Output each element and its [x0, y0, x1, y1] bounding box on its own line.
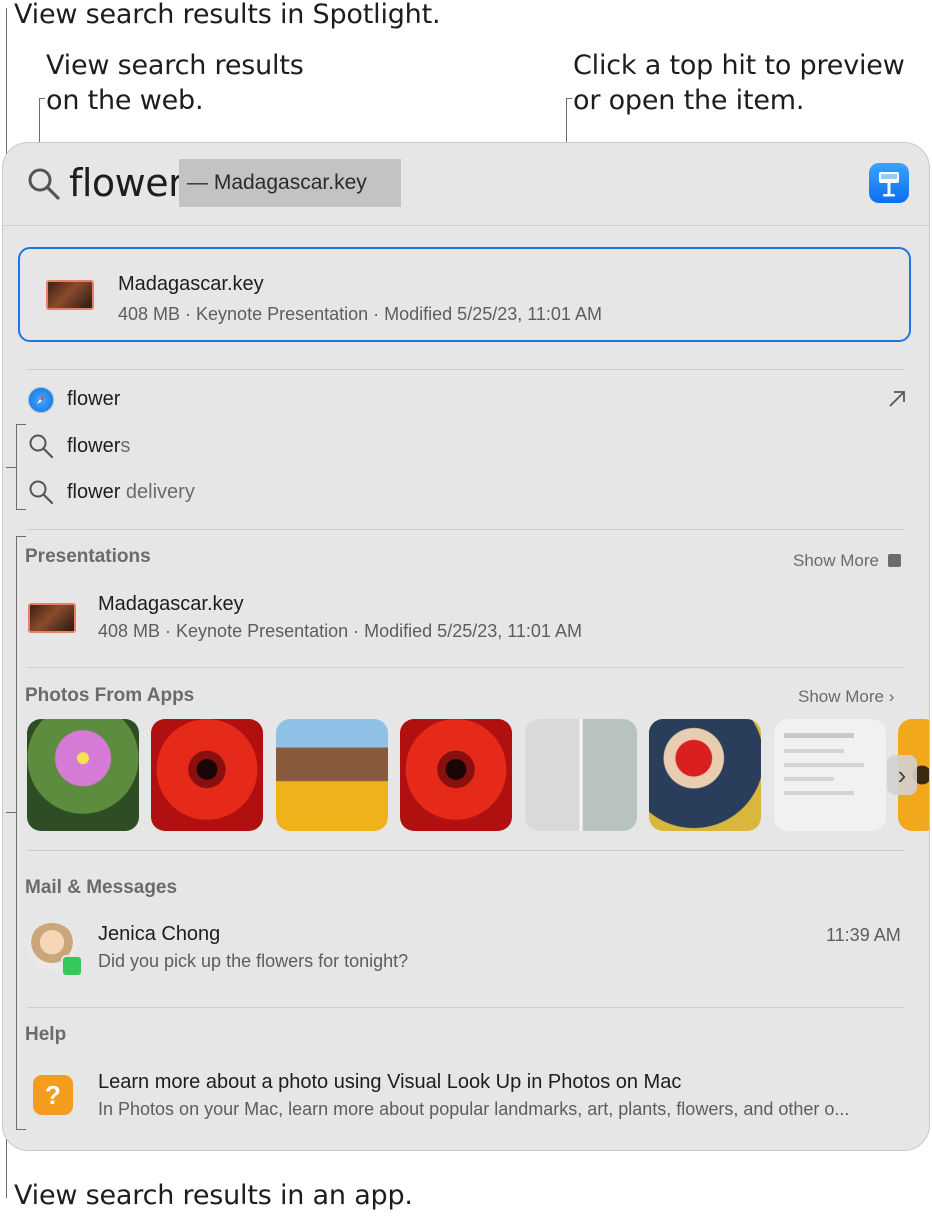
presentation-thumbnail [46, 280, 94, 310]
suggestion-text: flower delivery [67, 481, 195, 503]
message-preview: Did you pick up the flowers for tonight? [98, 951, 409, 971]
divider [27, 369, 905, 370]
section-header-presentations: Presentations [25, 546, 151, 567]
bracket-app [16, 536, 17, 1130]
photo-thumbnail[interactable] [400, 719, 512, 831]
search-icon [29, 434, 54, 459]
show-more-presentations[interactable]: Show More [793, 551, 901, 571]
divider [27, 850, 905, 851]
bracket-spotlight-link [6, 467, 16, 468]
help-result[interactable]: Learn more about a photo using Visual Lo… [3, 1061, 929, 1131]
divider [27, 1007, 905, 1008]
photo-thumbnail[interactable] [649, 719, 761, 831]
callout-spotlight: View search results in Spotlight. [14, 0, 441, 30]
top-hit-title: Madagascar.key [118, 273, 264, 295]
search-query[interactable]: flower [69, 161, 184, 205]
section-header-help: Help [25, 1024, 67, 1045]
search-icon [28, 168, 60, 200]
bracket-app-bottom [16, 1129, 26, 1130]
photo-thumbnail[interactable] [276, 719, 388, 831]
presentation-thumbnail [28, 603, 76, 633]
message-result[interactable]: Jenica Chong Did you pick up the flowers… [3, 913, 929, 983]
leader-line-web-tick [39, 98, 45, 99]
help-icon: ? [33, 1075, 73, 1115]
bracket-spotlight [16, 424, 17, 510]
photo-thumbnail[interactable] [151, 719, 263, 831]
top-hit[interactable]: Madagascar.key 408 MB · Keynote Presenta… [18, 247, 911, 342]
bracket-spotlight-top [16, 424, 26, 425]
callout-top-hit: Click a top hit to preview or open the i… [573, 50, 905, 116]
messages-icon [61, 955, 83, 977]
safari-icon [28, 387, 54, 413]
help-title: Learn more about a photo using Visual Lo… [98, 1071, 682, 1093]
help-subtitle: In Photos on your Mac, learn more about … [98, 1099, 850, 1119]
message-time: 11:39 AM [826, 925, 901, 945]
suggestion-text: flower [67, 388, 121, 410]
leader-line-top-hit-tick [566, 98, 572, 99]
show-more-photos[interactable]: Show More › [798, 687, 894, 707]
section-header-mail: Mail & Messages [25, 877, 178, 898]
web-suggestion-row[interactable]: flower [3, 381, 929, 421]
chevron-right-icon[interactable]: › [887, 755, 917, 795]
search-completion: — Madagascar.key [179, 159, 401, 207]
result-subtitle: 408 MB · Keynote Presentation · Modified… [98, 621, 582, 641]
callout-app: View search results in an app. [14, 1180, 413, 1211]
bracket-app-link [6, 812, 16, 813]
bracket-app-top [16, 536, 26, 537]
open-in-app-icon [887, 554, 901, 567]
photo-thumbnail[interactable] [27, 719, 139, 831]
suggestion-text: flowers [67, 435, 131, 457]
divider [27, 529, 905, 530]
presentation-result[interactable]: Madagascar.key 408 MB · Keynote Presenta… [3, 583, 929, 653]
callout-web: View search results on the web. [46, 50, 304, 116]
message-sender: Jenica Chong [98, 923, 221, 945]
photo-thumbnail[interactable] [774, 719, 886, 831]
section-header-photos: Photos From Apps [25, 685, 195, 706]
open-arrow-icon[interactable] [887, 389, 907, 409]
top-hit-subtitle: 408 MB · Keynote Presentation · Modified… [118, 304, 602, 324]
divider [27, 667, 905, 668]
spotlight-panel: flower — Madagascar.key Madagascar.key 4… [2, 142, 930, 1151]
photo-thumbnail[interactable] [525, 719, 637, 831]
keynote-icon[interactable] [869, 163, 909, 203]
search-suggestion-row[interactable]: flowers [3, 427, 929, 467]
search-bar[interactable]: flower — Madagascar.key [3, 143, 929, 226]
bracket-spotlight-bottom [16, 509, 26, 510]
result-title: Madagascar.key [98, 593, 244, 615]
search-icon [29, 480, 54, 505]
search-suggestion-row[interactable]: flower delivery [3, 473, 929, 513]
